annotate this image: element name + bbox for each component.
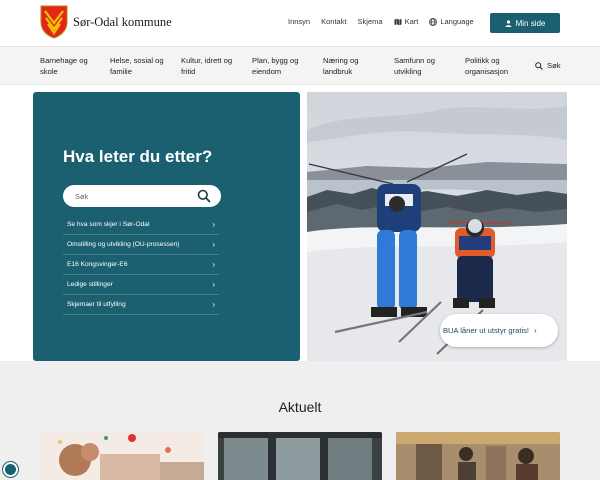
quick-link[interactable]: E16 Kongsvinger-E6 › xyxy=(63,255,219,275)
link-kontakt[interactable]: Kontakt xyxy=(321,17,346,26)
nav-item-plan[interactable]: Plan, bygg og eiendom xyxy=(252,55,310,77)
search-input[interactable]: Søk xyxy=(63,185,221,207)
main-navigation: Barnehage og skole Helse, sosial og fami… xyxy=(0,46,600,85)
quick-link-label: Se hva som skjer i Sør-Odal xyxy=(67,221,150,228)
quick-link-label: Omstilling og utvikling (OU-prosessen) xyxy=(67,241,180,248)
chevron-right-icon: › xyxy=(212,280,215,289)
my-page-button[interactable]: Min side xyxy=(490,13,560,33)
link-innsyn[interactable]: Innsyn xyxy=(288,17,310,26)
search-icon[interactable] xyxy=(197,189,211,203)
nav-item-naering[interactable]: Næring og landbruk xyxy=(323,55,373,77)
search-icon xyxy=(535,61,543,70)
quick-link-label: E16 Kongsvinger-E6 xyxy=(67,261,128,268)
globe-icon xyxy=(429,17,438,26)
news-section: Aktuelt xyxy=(0,361,600,480)
link-label: Innsyn xyxy=(288,17,311,26)
nav-item-kultur[interactable]: Kultur, idrett og fritid xyxy=(181,55,241,77)
link-label: Skjema xyxy=(357,17,383,26)
user-icon xyxy=(505,19,512,27)
chevron-right-icon: › xyxy=(212,260,215,269)
quick-link-label: Skjemaer til utfylling xyxy=(67,301,126,308)
quick-link[interactable]: Se hva som skjer i Sør-Odal › xyxy=(63,215,219,235)
news-card[interactable] xyxy=(40,432,204,480)
chevron-right-icon: › xyxy=(212,240,215,249)
link-language[interactable]: Language xyxy=(429,17,474,26)
coat-of-arms-logo[interactable] xyxy=(40,5,68,39)
link-skjema[interactable]: Skjema xyxy=(358,17,383,26)
site-name[interactable]: Sør-Odal kommune xyxy=(73,15,172,30)
nav-search-button[interactable]: Søk xyxy=(535,61,561,70)
my-page-label: Min side xyxy=(515,18,546,28)
link-label: Kart xyxy=(404,17,419,26)
news-title: Aktuelt xyxy=(278,399,322,415)
nav-item-samfunn[interactable]: Samfunn og utvikling xyxy=(394,55,452,77)
quick-links: Se hva som skjer i Sør-Odal › Omstilling … xyxy=(63,215,219,315)
quick-link[interactable]: Skjemaer til utfylling › xyxy=(63,295,219,315)
search-placeholder: Søk xyxy=(75,191,89,201)
search-panel: Hva leter du etter? Søk Se hva som skjer… xyxy=(33,92,300,361)
feature-link-bua[interactable]: BUA låner ut utstyr gratis! › xyxy=(440,314,558,347)
chevron-right-icon: › xyxy=(534,326,537,335)
chevron-right-icon: › xyxy=(212,220,215,229)
nav-item-helse[interactable]: Helse, sosial og familie xyxy=(110,55,172,77)
news-card[interactable] xyxy=(218,432,382,480)
link-kart[interactable]: Kart xyxy=(394,17,419,26)
nav-item-barnehage[interactable]: Barnehage og skole xyxy=(40,55,100,77)
accessibility-button[interactable] xyxy=(3,462,18,477)
link-label: Language xyxy=(440,17,474,26)
quick-link-label: Ledige stillinger xyxy=(67,281,113,288)
map-icon xyxy=(394,18,402,26)
hero-title: Hva leter du etter? xyxy=(63,147,213,166)
feature-link-label: BUA låner ut utstyr gratis! xyxy=(442,325,530,335)
quick-link[interactable]: Ledige stillinger › xyxy=(63,275,219,295)
top-links: Innsyn Kontakt Skjema Kart Language xyxy=(288,17,485,26)
link-label: Kontakt xyxy=(321,17,347,26)
quick-link[interactable]: Omstilling og utvikling (OU-prosessen) › xyxy=(63,235,219,255)
news-card[interactable] xyxy=(396,432,560,480)
site-header: Sør-Odal kommune Innsyn Kontakt Skjema K… xyxy=(0,0,600,46)
nav-search-label: Søk xyxy=(547,61,561,70)
chevron-right-icon: › xyxy=(212,300,215,309)
nav-item-politikk[interactable]: Politikk og organisasjon xyxy=(465,55,521,77)
